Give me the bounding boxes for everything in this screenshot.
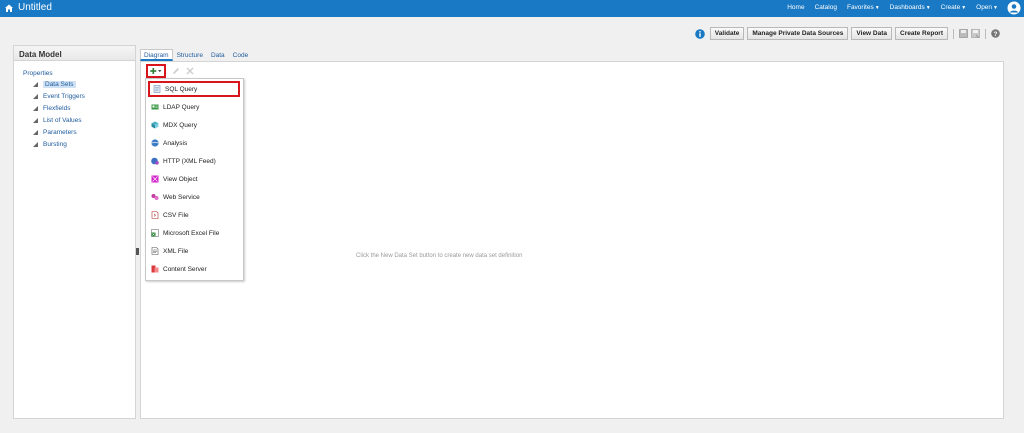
tree-item-flexfields[interactable]: Flexfields	[33, 105, 135, 112]
create-report-button[interactable]: Create Report	[895, 27, 948, 40]
top-nav: Home Catalog Favorites▼ Dashboards▼ Crea…	[787, 4, 998, 11]
top-bar: Untitled Home Catalog Favorites▼ Dashboa…	[0, 0, 1024, 17]
nav-home[interactable]: Home	[787, 4, 804, 11]
new-data-set-button[interactable]	[146, 64, 166, 78]
tree-item-data-sets[interactable]: Data Sets	[33, 81, 135, 88]
panel-title: Data Model	[14, 46, 135, 61]
web-service-icon	[151, 194, 159, 200]
caret-down-icon: ▼	[993, 5, 998, 11]
svg-text:?: ?	[994, 31, 998, 38]
expand-triangle-icon[interactable]	[33, 82, 38, 87]
menu-item-analysis[interactable]: Analysis	[148, 135, 240, 151]
edit-pencil-icon[interactable]	[172, 67, 180, 75]
expand-triangle-icon[interactable]	[33, 118, 38, 123]
menu-item-http-xml-feed[interactable]: HTTP (XML Feed)	[148, 153, 240, 169]
caret-down-icon: ▼	[925, 5, 931, 11]
mdx-query-icon	[151, 121, 159, 129]
sql-query-icon	[153, 85, 161, 93]
expand-triangle-icon[interactable]	[33, 142, 38, 147]
validate-button[interactable]: Validate	[709, 27, 745, 40]
main-toolbar: Validate Manage Private Data Sources Vie…	[694, 27, 1000, 40]
expand-triangle-icon[interactable]	[33, 94, 38, 99]
menu-item-content-server[interactable]: Content Server	[148, 261, 240, 277]
tree-item-event-triggers[interactable]: Event Triggers	[33, 93, 135, 100]
menu-item-view-object[interactable]: View Object	[148, 171, 240, 187]
menu-item-sql-query[interactable]: SQL Query	[148, 81, 240, 97]
expand-triangle-icon[interactable]	[33, 130, 38, 135]
toolbar-divider	[985, 28, 986, 39]
content-server-icon	[151, 265, 159, 273]
view-data-button[interactable]: View Data	[851, 27, 893, 40]
nav-favorites[interactable]: Favorites▼	[847, 4, 880, 11]
save-icon[interactable]	[959, 29, 968, 38]
canvas-toolbar	[146, 64, 194, 78]
tab-data[interactable]: Data	[207, 49, 229, 61]
csv-file-icon	[151, 211, 159, 219]
menu-item-xml-file[interactable]: XML File	[148, 243, 240, 259]
plus-icon	[150, 68, 162, 74]
xml-file-icon	[151, 247, 159, 255]
http-feed-icon	[151, 157, 159, 165]
caret-down-icon: ▼	[874, 5, 880, 11]
excel-file-icon	[151, 229, 159, 237]
home-icon[interactable]	[4, 3, 14, 13]
tree-item-list-of-values[interactable]: List of Values	[33, 117, 135, 124]
user-avatar-icon[interactable]	[1007, 1, 1021, 15]
menu-item-mdx-query[interactable]: MDX Query	[148, 117, 240, 133]
new-data-set-menu: SQL Query LDAP Query MDX Query Analysis …	[145, 78, 244, 281]
caret-down-icon: ▼	[961, 5, 967, 11]
help-icon[interactable]: ?	[991, 29, 1000, 38]
tab-structure[interactable]: Structure	[173, 49, 207, 61]
save-as-icon[interactable]	[971, 29, 980, 38]
panel-splitter-handle[interactable]	[136, 248, 139, 255]
editor-tabs: Diagram Structure Data Code	[140, 49, 252, 61]
tree-item-parameters[interactable]: Parameters	[33, 129, 135, 136]
menu-item-microsoft-excel-file[interactable]: Microsoft Excel File	[148, 225, 240, 241]
empty-canvas-hint: Click the New Data Set button to create …	[356, 253, 523, 259]
expand-triangle-icon[interactable]	[33, 106, 38, 111]
app-title: Untitled	[18, 2, 52, 13]
ldap-query-icon	[151, 104, 159, 110]
tree-item-bursting[interactable]: Bursting	[33, 141, 135, 148]
data-model-tree: Properties Data Sets Event Triggers Flex…	[14, 61, 135, 148]
menu-item-ldap-query[interactable]: LDAP Query	[148, 99, 240, 115]
info-icon[interactable]	[694, 28, 705, 39]
tab-diagram[interactable]: Diagram	[140, 49, 173, 61]
view-object-icon	[151, 175, 159, 183]
tree-item-properties[interactable]: Properties	[23, 70, 135, 77]
nav-open[interactable]: Open▼	[976, 4, 998, 11]
nav-catalog[interactable]: Catalog	[815, 4, 837, 11]
nav-dashboards[interactable]: Dashboards▼	[890, 4, 931, 11]
analysis-icon	[151, 139, 159, 147]
menu-item-csv-file[interactable]: CSV File	[148, 207, 240, 223]
toolbar-divider	[953, 28, 954, 39]
manage-private-data-sources-button[interactable]: Manage Private Data Sources	[747, 27, 849, 40]
diagram-canvas	[140, 61, 1004, 419]
menu-item-web-service[interactable]: Web Service	[148, 189, 240, 205]
tab-code[interactable]: Code	[229, 49, 253, 61]
delete-x-icon[interactable]	[186, 67, 194, 75]
nav-create[interactable]: Create▼	[941, 4, 966, 11]
data-model-panel: Data Model Properties Data Sets Event Tr…	[13, 45, 136, 419]
